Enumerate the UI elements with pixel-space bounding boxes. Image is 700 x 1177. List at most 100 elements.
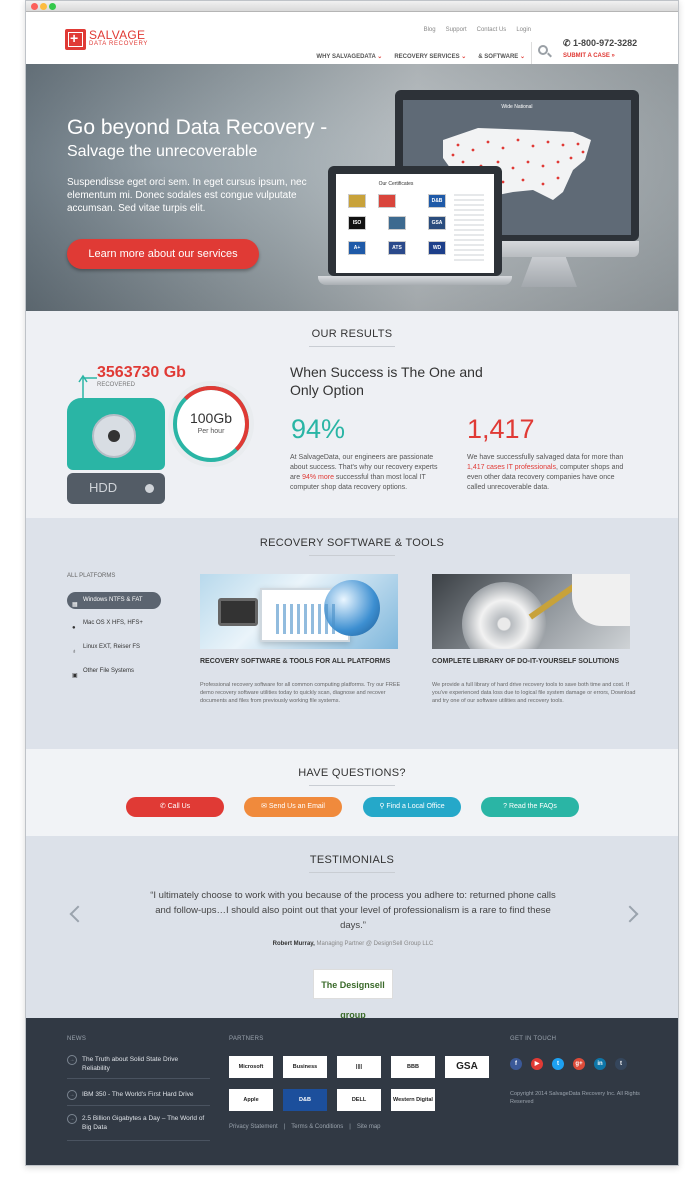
logo-icon xyxy=(65,29,86,50)
main-nav: WHY SALVAGEDATA RECOVERY SERVICES & SOFT… xyxy=(316,53,525,60)
partners-heading: PARTNERS xyxy=(229,1036,264,1042)
questions-section: HAVE QUESTIONS? ✆ Call Us ✉ Send Us an E… xyxy=(26,749,678,836)
search-icon[interactable] xyxy=(531,42,553,64)
diy-solutions-image[interactable] xyxy=(432,574,630,649)
card1-title[interactable]: RECOVERY SOFTWARE & TOOLS FOR ALL PLATFO… xyxy=(200,657,398,666)
hdd-label: HDD xyxy=(89,480,118,495)
hero-subtitle: Salvage the unrecoverable xyxy=(67,143,258,160)
apple-icon: ● xyxy=(72,625,76,631)
partner-logo: DELL xyxy=(337,1089,381,1111)
window-chrome xyxy=(26,1,678,12)
platform-linux[interactable]: ♁ Linux EXT, Reiser FS xyxy=(67,639,161,656)
platform-windows[interactable]: ▦ Windows NTFS & FAT xyxy=(67,592,161,609)
speed-gauge: 100Gb Per hour xyxy=(173,386,249,462)
partner-logo: D&B xyxy=(283,1089,327,1111)
twitter-icon[interactable]: t xyxy=(552,1058,564,1070)
cert-badge-bbb: A+ xyxy=(348,241,366,255)
recovered-value: 3563730 Gb xyxy=(97,364,186,381)
partner-logo: Business Partner xyxy=(283,1056,327,1078)
platform-other[interactable]: ▣ Other File Systems xyxy=(67,663,161,680)
site-header: SALVAGE DATA RECOVERY Blog Support Conta… xyxy=(26,12,678,64)
nav-software[interactable]: & SOFTWARE xyxy=(478,53,525,60)
testimonials-title: TESTIMONIALS xyxy=(26,854,678,873)
link-login[interactable]: Login xyxy=(516,27,531,33)
card1-text: Professional recovery software for all c… xyxy=(200,682,401,704)
envelope-icon: ✉ xyxy=(261,803,269,810)
laptop-base xyxy=(318,276,512,285)
software-tools-image[interactable] xyxy=(200,574,398,649)
email-button[interactable]: ✉ Send Us an Email xyxy=(244,797,342,817)
partner-logo: Apple xyxy=(229,1089,273,1111)
hero-title: Go beyond Data Recovery - xyxy=(67,116,328,139)
recovered-label: RECOVERED xyxy=(97,382,136,388)
logo[interactable]: SALVAGE DATA RECOVERY xyxy=(65,29,148,50)
nav-why[interactable]: WHY SALVAGEDATA xyxy=(316,53,382,60)
laptop-title: Our Certificates xyxy=(378,181,414,187)
minimize-window-button[interactable] xyxy=(40,3,47,10)
partner-logo: GSA xyxy=(445,1056,489,1078)
recovery-title: RECOVERY SOFTWARE & TOOLS xyxy=(26,537,678,556)
news-heading: NEWS xyxy=(67,1036,87,1042)
youtube-icon[interactable]: ▶ xyxy=(531,1058,543,1070)
privacy-link[interactable]: Privacy Statement xyxy=(229,1124,278,1130)
partner-logo: BBB xyxy=(391,1056,435,1078)
gauge-unit: Per hour xyxy=(197,428,225,435)
faq-button[interactable]: ? Read the FAQs xyxy=(481,797,579,817)
platform-mac[interactable]: ● Mac OS X HFS, HFS+ xyxy=(67,615,161,632)
learn-more-button[interactable]: Learn more about our services xyxy=(67,239,259,269)
results-section: OUR RESULTS 3563730 Gb RECOVERED HDD 100… xyxy=(26,311,678,518)
stat2-description: We have successfully salvaged data for m… xyxy=(467,454,624,491)
partner-logo: |||| xyxy=(337,1056,381,1078)
nav-services[interactable]: RECOVERY SERVICES xyxy=(394,53,466,60)
card2-text: We provide a full library of hard drive … xyxy=(432,682,636,704)
sitemap-link[interactable]: Site map xyxy=(357,1124,381,1130)
site-footer: NEWS The Truth about Solid State Drive R… xyxy=(26,1018,678,1165)
windows-icon: ▦ xyxy=(72,602,78,608)
cert-badge-ats: ATS xyxy=(388,241,406,255)
platforms-heading: ALL PLATFORMS xyxy=(67,573,116,579)
divider xyxy=(67,1140,210,1141)
stat-94-percent: 94% xyxy=(291,414,346,444)
cert-badge-wd: WD xyxy=(428,241,446,255)
designsell-logo: The Designsell group xyxy=(313,969,393,1020)
tumblr-icon[interactable]: t xyxy=(615,1058,627,1070)
phone-icon: ✆ xyxy=(159,803,168,810)
questions-title: HAVE QUESTIONS? xyxy=(26,767,678,786)
submit-case-link[interactable]: SUBMIT A CASE » xyxy=(563,53,615,59)
testimonial-author: Robert Murray, Managing Partner @ Design… xyxy=(272,941,434,947)
news-item[interactable]: IBM 350 - The World's First Hard Drive xyxy=(67,1090,207,1100)
chevron-right-icon[interactable] xyxy=(621,905,639,923)
browser-frame: SALVAGE DATA RECOVERY Blog Support Conta… xyxy=(25,0,679,1166)
link-contact[interactable]: Contact Us xyxy=(477,27,507,33)
disk-icon: ▣ xyxy=(72,673,78,679)
chevron-left-icon[interactable] xyxy=(69,905,87,923)
google-plus-icon[interactable]: g+ xyxy=(573,1058,585,1070)
results-title: OUR RESULTS xyxy=(26,328,678,347)
phone-number[interactable]: ✆ 1-800-972-3282 xyxy=(563,38,637,49)
linkedin-icon[interactable]: in xyxy=(594,1058,606,1070)
call-us-button[interactable]: ✆ Call Us xyxy=(126,797,224,817)
card2-title[interactable]: COMPLETE LIBRARY OF DO-IT-YOURSELF SOLUT… xyxy=(432,657,630,666)
results-heading: When Success is The One and Only Option xyxy=(290,364,483,398)
hero-text: Suspendisse eget orci sem. In eget cursu… xyxy=(67,177,307,214)
phone-icon: ✆ xyxy=(563,38,574,48)
link-support[interactable]: Support xyxy=(446,27,467,33)
hdd-icon: HDD xyxy=(67,398,165,504)
terms-link[interactable]: Terms & Conditions xyxy=(291,1124,343,1130)
monitor-title: Wide National xyxy=(501,104,533,110)
find-office-button[interactable]: ⚲ Find a Local Office xyxy=(363,797,461,817)
contact-heading: GET IN TOUCH xyxy=(510,1036,557,1042)
cert-badge-iso: ISO xyxy=(348,216,366,230)
logo-line2: DATA RECOVERY xyxy=(89,40,149,47)
link-blog[interactable]: Blog xyxy=(424,27,436,33)
divider xyxy=(67,1078,210,1079)
maximize-window-button[interactable] xyxy=(49,3,56,10)
hero: Go beyond Data Recovery - Salvage the un… xyxy=(26,64,678,311)
news-item[interactable]: 2.5 Billion Gigabytes a Day – The World … xyxy=(67,1114,207,1132)
laptop-illustration: Our Certificates D&B ISO GSA A+ ATS WD xyxy=(328,166,502,276)
facebook-icon[interactable]: f xyxy=(510,1058,522,1070)
recovery-section: RECOVERY SOFTWARE & TOOLS ALL PLATFORMS … xyxy=(26,518,678,749)
news-item[interactable]: The Truth about Solid State Drive Reliab… xyxy=(67,1055,207,1073)
top-links: Blog Support Contact Us Login xyxy=(424,27,531,33)
close-window-button[interactable] xyxy=(31,3,38,10)
